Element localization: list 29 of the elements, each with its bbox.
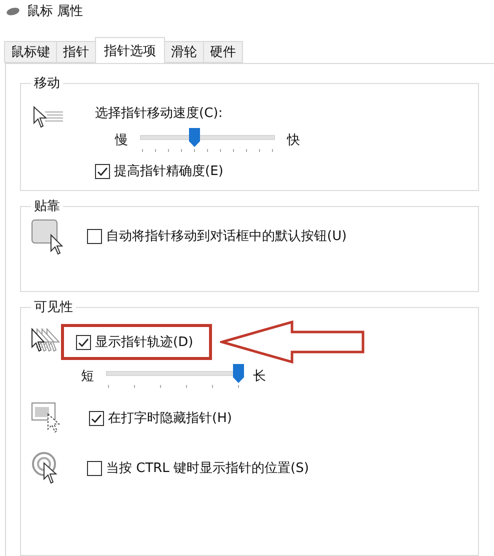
slider-track[interactable] [106,364,241,388]
window-title: 鼠标 属性 [27,3,84,20]
mouse-icon [6,6,20,16]
group-title: 可见性 [33,299,74,316]
slider-min-label: 慢 [115,132,128,149]
group-title: 贴靠 [33,198,61,215]
checkbox-box[interactable] [87,228,102,244]
checkbox-box[interactable] [87,460,102,476]
tab[interactable]: 鼠标键 [4,41,57,63]
checkbox-label: 在打字时隐藏指针(H) [108,410,232,427]
checkbox-label: 显示指针轨迹(D) [95,334,194,351]
group-title: 移动 [33,75,61,92]
checkbox-box[interactable] [76,334,91,350]
speed-label: 选择指针移动速度(C): [95,105,224,122]
checkbox-box[interactable] [89,410,104,426]
slider-max-label: 快 [287,132,300,149]
checkbox[interactable]: 提高指针精确度(E) [95,162,300,180]
checkbox-label: 提高指针精确度(E) [114,163,224,180]
checkbox-box[interactable] [95,164,110,178]
tab[interactable]: 硬件 [203,41,243,63]
slider-thumb[interactable] [189,128,200,147]
checkbox[interactable]: 显示指针轨迹(D) [76,333,194,351]
tab[interactable]: 滑轮 [164,41,204,63]
slider-thumb[interactable] [233,364,244,383]
checkbox[interactable]: 在打字时隐藏指针(H) [89,409,232,427]
slider-min-label: 短 [81,368,94,385]
slider-track[interactable] [140,128,275,152]
slider-max-label: 长 [253,368,266,385]
tab[interactable]: 指针 [56,41,96,63]
